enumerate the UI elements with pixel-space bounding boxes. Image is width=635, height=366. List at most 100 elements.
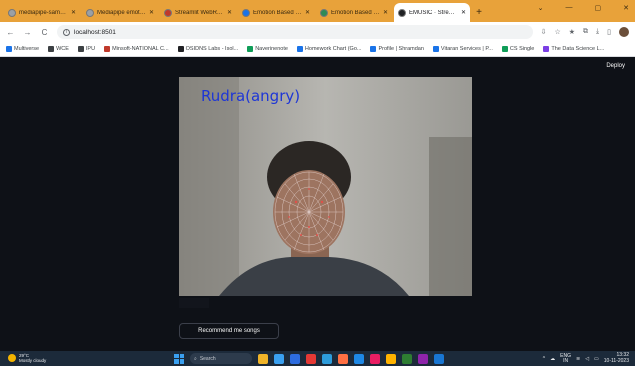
- clock[interactable]: 13:32 10-11-2023: [603, 352, 629, 364]
- clock-date: 10-11-2023: [603, 357, 629, 364]
- tab-close-icon[interactable]: ✕: [305, 9, 310, 16]
- extensions-icon[interactable]: ⧉: [583, 28, 588, 36]
- taskbar-app-icon[interactable]: [322, 353, 332, 364]
- bookmark-label: CS Single: [509, 46, 535, 52]
- address-bar: ← → C i localhost:8501 ⇩ ☆ ★ ⧉ ⤓ ▯: [0, 22, 635, 42]
- bookmark-label: Vitaran Services | P...: [440, 46, 493, 52]
- tab-label: Emotion Based Music — Video: [331, 9, 380, 16]
- bookmark-item[interactable]: Profile | Shramdan: [370, 46, 424, 52]
- bookmark-label: Profile | Shramdan: [378, 46, 424, 52]
- bookmark-favicon-icon: [104, 46, 111, 52]
- bookmark-favicon-icon: [370, 46, 377, 52]
- browser-tab[interactable]: Mediapipe emotion detection✕: [82, 3, 158, 22]
- webcam-frame: [179, 77, 472, 296]
- tab-search-icon[interactable]: ⌄: [538, 4, 544, 12]
- tab-label: Emotion Based Music Recommender: [253, 9, 302, 16]
- bookmark-item[interactable]: WCE: [48, 46, 69, 52]
- deploy-button[interactable]: Deploy: [606, 63, 625, 69]
- browser-tab[interactable]: Streamlit WebRTC example✕: [160, 3, 236, 22]
- taskbar-app-icon[interactable]: [274, 353, 284, 364]
- bookmark-item[interactable]: OSIDNS Labs - Isol...: [177, 46, 238, 52]
- share-icon[interactable]: ☆: [554, 28, 560, 36]
- taskbar-app-icon[interactable]: [402, 353, 412, 364]
- bookmark-item[interactable]: IPU: [77, 46, 96, 52]
- sidepanel-icon[interactable]: ▯: [607, 28, 611, 36]
- download-tray-icon[interactable]: ⤓: [596, 28, 599, 36]
- emotion-label: Rudra(angry): [201, 87, 301, 105]
- tab-favicon-icon: [320, 8, 328, 17]
- browser-tab[interactable]: mediapipe-samples/ README✕: [4, 3, 80, 22]
- chevron-up-icon[interactable]: ^: [543, 356, 545, 362]
- bookmark-favicon-icon: [432, 46, 439, 52]
- bookmark-label: Homework Chart (Go...: [304, 46, 362, 52]
- taskbar-search-input[interactable]: ⌕ Search: [190, 353, 252, 364]
- tab-close-icon[interactable]: ✕: [227, 9, 232, 16]
- bookmark-favicon-icon: [177, 46, 184, 52]
- profile-avatar[interactable]: [619, 27, 629, 37]
- maximize-icon[interactable]: ▢: [595, 4, 602, 12]
- tab-close-icon[interactable]: ✕: [71, 9, 76, 16]
- webcam-video-feed: Rudra(angry): [179, 77, 472, 296]
- cloud-icon[interactable]: ☁: [550, 356, 555, 362]
- bookmark-item[interactable]: The Data Science L...: [543, 46, 604, 52]
- bookmark-item[interactable]: Vitaran Services | P...: [432, 46, 493, 52]
- taskbar-app-icon[interactable]: [370, 353, 380, 364]
- tab-close-icon[interactable]: ✕: [383, 9, 388, 16]
- bookmark-label: Naverinenote: [255, 46, 288, 52]
- url-input[interactable]: i localhost:8501: [57, 25, 533, 39]
- windows-taskbar: 29°C Mostly cloudy ⌕ Search ^ ☁ ENG IN ≋…: [0, 351, 635, 366]
- tab-label: Streamlit WebRTC example: [175, 9, 224, 16]
- bookmark-label: IPU: [85, 46, 96, 52]
- site-info-icon[interactable]: i: [63, 28, 70, 36]
- tab-close-icon[interactable]: ✕: [461, 9, 466, 16]
- windows-start-icon[interactable]: [174, 353, 184, 364]
- browser-tab[interactable]: Emotion Based Music Recommender✕: [238, 3, 314, 22]
- bookmark-favicon-icon: [501, 46, 508, 52]
- taskbar-app-icon[interactable]: [434, 353, 444, 364]
- bookmark-star-icon[interactable]: ★: [569, 28, 575, 36]
- empty-widget: [179, 298, 209, 308]
- browser-tab[interactable]: Emotion Based Music — Video✕: [316, 3, 392, 22]
- bookmark-item[interactable]: CS Single: [501, 46, 535, 52]
- close-window-icon[interactable]: ✕: [623, 4, 629, 12]
- bookmark-favicon-icon: [543, 46, 550, 52]
- window-controls: ⌄ — ▢ ✕: [538, 4, 629, 12]
- minimize-icon[interactable]: —: [566, 4, 573, 12]
- tab-close-icon[interactable]: ✕: [149, 9, 154, 16]
- recommend-songs-button[interactable]: Recommend me songs: [179, 323, 279, 339]
- forward-icon[interactable]: →: [23, 28, 32, 37]
- back-icon[interactable]: ←: [6, 28, 15, 37]
- bookmarks-bar: Multiverse WCE IPU Minsoft-NATIONAL C... OSI…: [0, 42, 635, 57]
- streamlit-app: Deploy Rudra(angry) Recommend me songs: [0, 57, 635, 351]
- weather-widget[interactable]: 29°C Mostly cloudy: [8, 353, 46, 363]
- taskbar-app-icon[interactable]: [354, 353, 364, 364]
- bookmark-label: Minsoft-NATIONAL C...: [112, 46, 169, 52]
- bookmark-item[interactable]: Multiverse: [6, 46, 39, 52]
- download-icon[interactable]: ⇩: [541, 28, 547, 36]
- taskbar-app-icon[interactable]: [418, 353, 428, 364]
- bookmark-label: Multiverse: [14, 46, 40, 52]
- volume-icon[interactable]: ◁: [585, 356, 589, 362]
- new-tab-button[interactable]: +: [472, 3, 486, 22]
- taskbar-app-icon[interactable]: [306, 353, 316, 364]
- bookmark-favicon-icon: [6, 46, 12, 52]
- bookmark-favicon-icon: [247, 46, 254, 52]
- tab-favicon-icon: [242, 8, 250, 17]
- bookmark-item[interactable]: Homework Chart (Go...: [296, 46, 362, 52]
- weather-desc: Mostly cloudy: [19, 358, 47, 363]
- taskbar-app-icon[interactable]: [338, 353, 348, 364]
- bookmark-item[interactable]: Naverinenote: [247, 46, 288, 52]
- tab-label: Mediapipe emotion detection: [97, 9, 146, 16]
- bookmark-favicon-icon: [296, 46, 303, 52]
- taskbar-app-icon[interactable]: [258, 353, 268, 364]
- bookmark-item[interactable]: Minsoft-NATIONAL C...: [104, 46, 169, 52]
- language-indicator[interactable]: ENG IN: [560, 353, 571, 364]
- reload-icon[interactable]: C: [40, 28, 49, 37]
- taskbar-app-icon[interactable]: [386, 353, 396, 364]
- tab-label: mediapipe-samples/ README: [19, 9, 68, 16]
- browser-tab[interactable]: EMUSIC · Streamlit ✕: [394, 3, 470, 22]
- taskbar-app-icon[interactable]: [290, 353, 300, 364]
- tab-favicon-icon: [86, 8, 94, 17]
- wifi-icon[interactable]: ≋: [576, 356, 580, 362]
- battery-icon[interactable]: ▭: [594, 356, 599, 362]
